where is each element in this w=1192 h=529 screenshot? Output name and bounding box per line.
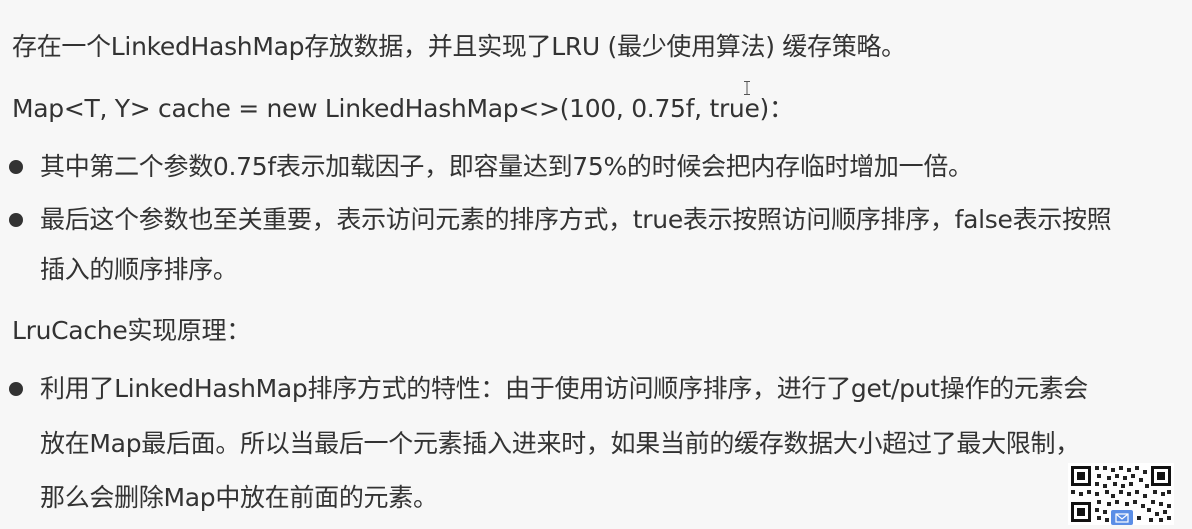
code-line: Map<T, Y> cache = new LinkedHashMap<>(10… bbox=[12, 94, 794, 123]
bullet-load-factor: 其中第二个参数0.75f表示加载因子，即容量达到75%的时候会把内存临时增加一倍… bbox=[40, 152, 973, 181]
intro-text: 存在一个LinkedHashMap存放数据，并且实现了LRU (最少使用算法) … bbox=[12, 32, 906, 61]
mail-icon[interactable] bbox=[1111, 510, 1133, 525]
bullet-principle-line3: 那么会删除Map中放在前面的元素。 bbox=[40, 483, 438, 512]
section-heading-lrucache: LruCache实现原理： bbox=[12, 316, 251, 345]
bullet-access-order-line1: 最后这个参数也至关重要，表示访问元素的排序方式，true表示按照访问顺序排序，f… bbox=[40, 205, 1112, 234]
text-cursor-icon bbox=[744, 80, 750, 95]
bullet-access-order-line2: 插入的顺序排序。 bbox=[40, 255, 238, 284]
bullet-principle-line2: 放在Map最后面。所以当最后一个元素插入进来时，如果当前的缓存数据大小超过了最大… bbox=[40, 429, 1080, 458]
bullet-dot bbox=[9, 213, 23, 227]
bullet-dot bbox=[9, 160, 23, 174]
document-page: 存在一个LinkedHashMap存放数据，并且实现了LRU (最少使用算法) … bbox=[0, 0, 1192, 525]
bullet-dot bbox=[9, 382, 23, 396]
bullet-principle-line1: 利用了LinkedHashMap排序方式的特性：由于使用访问顺序排序，进行了ge… bbox=[40, 374, 1088, 403]
